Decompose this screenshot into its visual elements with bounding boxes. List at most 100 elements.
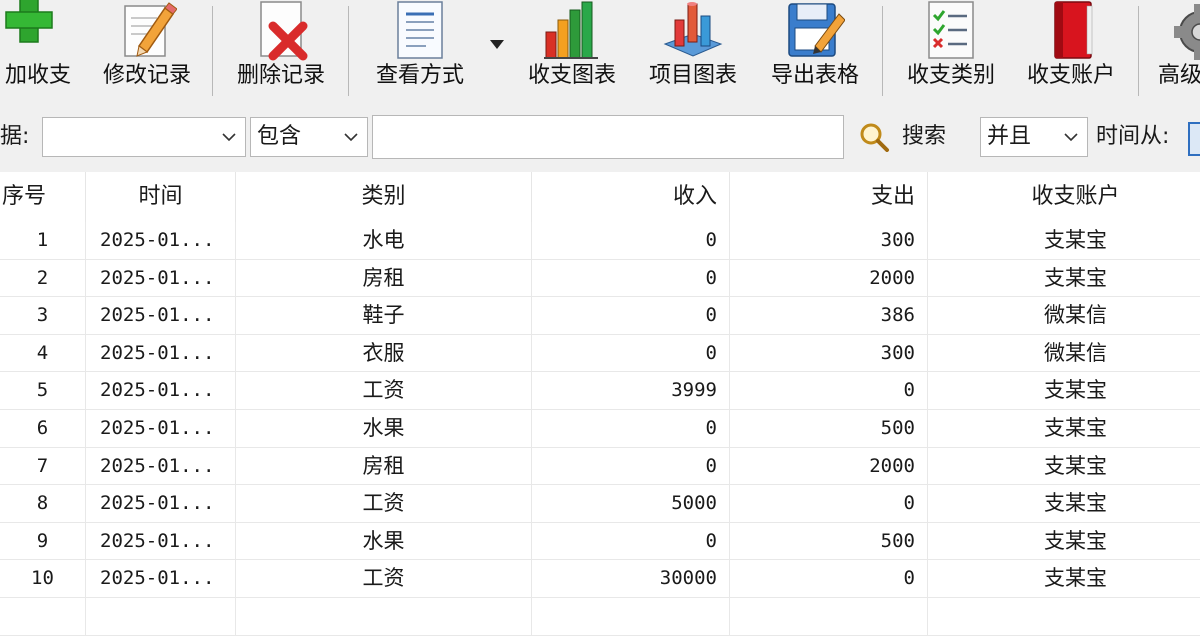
column-header-index[interactable]: 序号 — [0, 172, 86, 222]
cell-category — [236, 598, 532, 636]
column-header-category[interactable]: 类别 — [236, 172, 532, 222]
keyword-input[interactable] — [372, 115, 844, 159]
edit-record-button[interactable]: 修改记录 — [92, 0, 202, 100]
cell-index: 8 — [0, 485, 86, 523]
chevron-down-icon — [222, 133, 236, 142]
cell-income: 0 — [532, 222, 730, 260]
cell-index: 6 — [0, 410, 86, 448]
logic-value: 并且 — [987, 124, 1032, 149]
cell-account: 支某宝 — [928, 523, 1200, 561]
table-row[interactable]: 5 2025-01... 工资 3999 0 支某宝 — [0, 372, 1200, 410]
condition-select[interactable]: 包含 — [250, 117, 368, 157]
cell-index: 3 — [0, 297, 86, 335]
cell-expense: 500 — [730, 522, 928, 561]
cell-index: 10 — [0, 560, 86, 598]
cell-time: 2025-01... — [86, 372, 236, 410]
document-icon — [397, 1, 443, 59]
gear-icon — [1174, 4, 1200, 60]
cell-category: 衣服 — [236, 334, 532, 373]
delete-record-label: 删除记录 — [236, 63, 325, 88]
chevron-down-icon — [1064, 133, 1078, 142]
table-row[interactable]: 8 2025-01... 工资 5000 0 支某宝 — [0, 485, 1200, 523]
export-table-button[interactable]: 导出表格 — [760, 0, 870, 100]
search-icon — [860, 123, 889, 152]
3d-chart-icon — [663, 2, 723, 57]
column-header-income[interactable]: 收入 — [532, 172, 730, 222]
cell-expense: 0 — [730, 485, 928, 523]
cell-income — [532, 598, 730, 636]
cell-expense: 500 — [730, 410, 928, 448]
cell-time: 2025-01... — [86, 259, 236, 298]
cell-time: 2025-01... — [86, 560, 236, 598]
income-expense-chart-button[interactable]: 收支图表 — [516, 0, 628, 100]
cell-account: 微某信 — [928, 335, 1200, 373]
table-row-empty[interactable] — [0, 598, 1200, 636]
cell-category: 水电 — [236, 222, 532, 260]
column-header-time[interactable]: 时间 — [86, 172, 236, 222]
cell-expense — [730, 598, 928, 636]
cell-index: 5 — [0, 372, 86, 410]
accounts-button[interactable]: 收支账户 — [1016, 0, 1126, 100]
checklist-icon — [928, 1, 974, 59]
table-row[interactable]: 1 2025-01... 水电 0 300 支某宝 — [0, 222, 1200, 260]
table-row[interactable]: 7 2025-01... 房租 0 2000 支某宝 — [0, 447, 1200, 486]
cell-account: 支某宝 — [928, 485, 1200, 523]
cell-expense: 2000 — [730, 447, 928, 486]
cell-index: 9 — [0, 522, 86, 561]
logic-select[interactable]: 并且 — [980, 117, 1088, 157]
pencil-icon — [124, 2, 177, 57]
search-field-label: 据: — [0, 124, 30, 149]
cell-category: 房租 — [236, 259, 532, 298]
edit-record-label: 修改记录 — [102, 63, 191, 88]
cell-income: 0 — [532, 334, 730, 373]
chevron-down-icon[interactable] — [490, 40, 504, 50]
project-chart-label: 项目图表 — [648, 63, 737, 88]
records-table: 序号 时间 类别 收入 支出 收支账户 1 2025-01... 水电 0 300 支某宝… — [0, 172, 1200, 636]
table-row[interactable]: 10 2025-01... 工资 30000 0 支某宝 — [0, 560, 1200, 598]
add-record-button[interactable]: 加收支 — [0, 0, 106, 100]
cell-expense: 2000 — [730, 259, 928, 298]
cell-account: 支某宝 — [928, 448, 1200, 486]
cell-account: 支某宝 — [928, 410, 1200, 448]
toolbar-separator — [212, 6, 213, 96]
search-button[interactable]: 搜索 — [856, 112, 956, 162]
time-from-picker[interactable] — [1188, 122, 1200, 156]
cell-time: 2025-01... — [86, 222, 236, 260]
cell-time — [86, 598, 236, 636]
bar-chart-icon — [544, 1, 598, 59]
cell-time: 2025-01... — [86, 297, 236, 335]
export-icon — [788, 3, 845, 57]
cell-category: 水果 — [236, 410, 532, 448]
toolbar-separator — [348, 6, 349, 96]
table-row[interactable]: 6 2025-01... 水果 0 500 支某宝 — [0, 410, 1200, 448]
cell-expense: 300 — [730, 334, 928, 373]
search-label: 搜索 — [902, 124, 947, 149]
chevron-down-icon — [344, 133, 358, 142]
cell-expense: 0 — [730, 560, 928, 598]
cell-time: 2025-01... — [86, 485, 236, 523]
table-row[interactable]: 2 2025-01... 房租 0 2000 支某宝 — [0, 259, 1200, 298]
column-header-account[interactable]: 收支账户 — [928, 172, 1200, 222]
table-row[interactable]: 9 2025-01... 水果 0 500 支某宝 — [0, 522, 1200, 561]
cell-income: 5000 — [532, 485, 730, 523]
cell-income: 0 — [532, 297, 730, 335]
cell-income: 0 — [532, 410, 730, 448]
cell-account: 支某宝 — [928, 560, 1200, 598]
delete-record-button[interactable]: 删除记录 — [226, 0, 336, 100]
table-row[interactable]: 3 2025-01... 鞋子 0 386 微某信 — [0, 297, 1200, 335]
project-chart-button[interactable]: 项目图表 — [638, 0, 748, 100]
cell-account: 支某宝 — [928, 372, 1200, 410]
cell-account: 微某信 — [928, 297, 1200, 335]
cell-category: 房租 — [236, 447, 532, 486]
cell-income: 0 — [532, 259, 730, 298]
search-field-select[interactable] — [42, 117, 246, 157]
cell-time: 2025-01... — [86, 447, 236, 486]
toolbar-separator — [882, 6, 883, 96]
advanced-button[interactable]: 高级 — [1150, 0, 1200, 100]
cell-account: 支某宝 — [928, 222, 1200, 260]
categories-button[interactable]: 收支类别 — [896, 0, 1006, 100]
column-header-expense[interactable]: 支出 — [730, 172, 928, 222]
table-row[interactable]: 4 2025-01... 衣服 0 300 微某信 — [0, 334, 1200, 373]
income-expense-chart-label: 收支图表 — [527, 63, 616, 88]
view-mode-button[interactable]: 查看方式 — [362, 0, 478, 100]
